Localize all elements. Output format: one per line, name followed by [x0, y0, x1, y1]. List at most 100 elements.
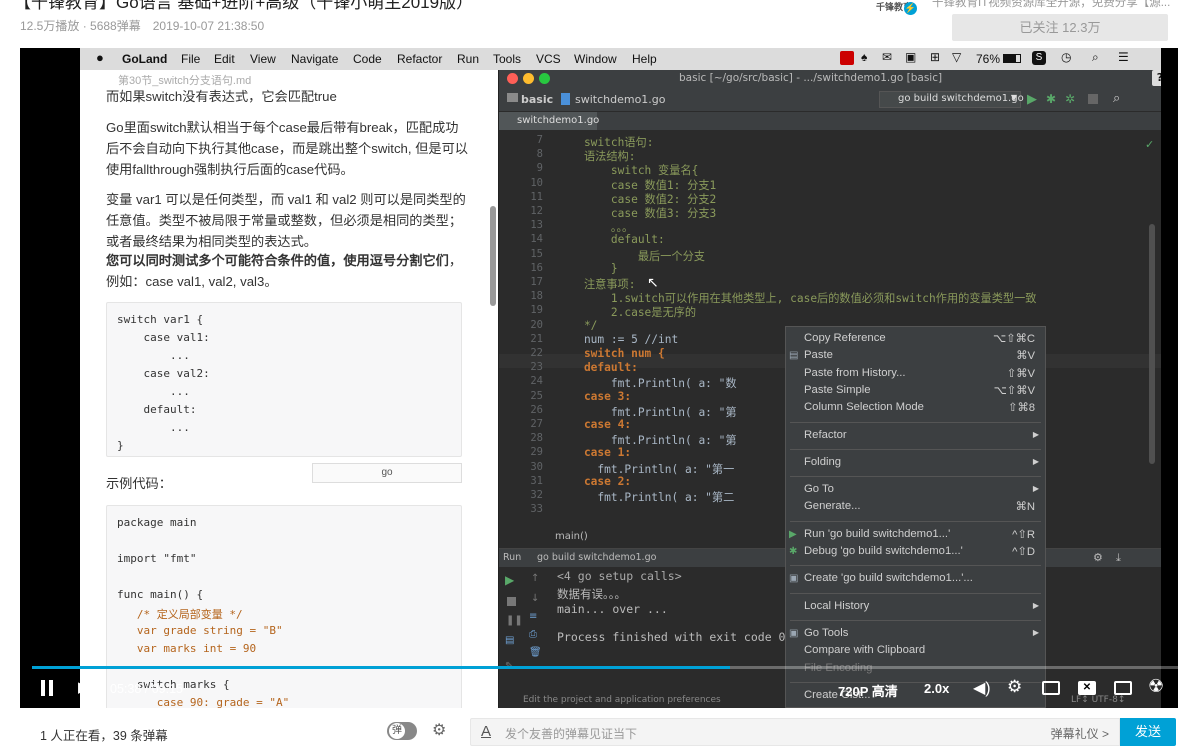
menu-item-paste[interactable]: ▤ Paste ⌘V — [786, 348, 1045, 365]
rerun-icon[interactable]: ▶ — [505, 573, 514, 587]
menu-item-shortcut: ⇧⌘V — [1006, 367, 1035, 380]
menu-item-go-tools[interactable]: ▣ Go Tools ▶ — [786, 626, 1045, 643]
nav-project[interactable]: basic — [521, 93, 553, 106]
hide-panel-icon[interactable]: ⤓ — [1116, 551, 1121, 565]
close-window-button[interactable] — [507, 73, 518, 84]
line-number: 25 — [530, 389, 543, 402]
menu-item-shortcut: ⌘N — [1015, 501, 1035, 514]
menu-item-folding[interactable]: Folding ▶ — [786, 455, 1045, 472]
quality-button[interactable]: 720P 高清 — [838, 681, 898, 700]
run-output-line: <4 go setup calls> — [557, 569, 682, 583]
print-icon[interactable]: ⎙ — [529, 629, 537, 640]
soft-wrap-icon[interactable]: ≡ — [529, 611, 537, 622]
widescreen-icon[interactable]: ✕ — [1078, 681, 1096, 695]
menu-item-label: Paste Simple — [804, 383, 871, 396]
danmaku-toggle-label: 弹 — [389, 723, 405, 739]
next-button-icon[interactable]: ▶ — [78, 678, 90, 696]
verified-icon: ⚡ — [904, 2, 917, 15]
stop-run-icon[interactable] — [507, 597, 516, 606]
minimize-window-button[interactable] — [523, 73, 534, 84]
pip-icon[interactable] — [1042, 681, 1060, 695]
uploader-avatar[interactable]: 千锋教育 ⚡ — [874, 0, 920, 16]
doc-scrollbar[interactable] — [490, 206, 496, 306]
menu-item-label: Column Selection Mode — [804, 401, 924, 414]
danmaku-settings-icon[interactable]: ⚙ — [432, 720, 446, 740]
menu-item-label: Compare with Clipboard — [804, 644, 926, 657]
web-fullscreen-icon[interactable] — [1114, 681, 1132, 695]
search-icon[interactable]: ⌕ — [1113, 91, 1120, 106]
editor-scrollbar[interactable] — [1149, 224, 1155, 464]
code-lang-button[interactable]: go — [312, 463, 462, 483]
menu-item-generate[interactable]: Generate... ⌘N — [786, 499, 1045, 516]
menu-separator — [790, 421, 1041, 423]
zoom-window-button[interactable] — [539, 73, 550, 84]
run-button-icon[interactable]: ▶ — [1027, 92, 1037, 107]
danmaku-toggle[interactable]: 弹 — [387, 722, 417, 740]
menu-item-run-go-build-switchdemo1[interactable]: ▶ Run 'go build switchdemo1...' ^⇧R — [786, 527, 1045, 544]
tab-switchdemo1[interactable]: switchdemo1.go — [499, 112, 599, 130]
mouse-cursor-icon: ↖ — [647, 275, 659, 291]
danmaku-input[interactable]: A 发个友善的弹幕见证当下 弹幕礼仪 > — [470, 718, 1120, 746]
debug-button-icon[interactable]: ✱ — [1046, 92, 1056, 106]
fullscreen-icon[interactable]: ☢ — [1148, 676, 1164, 697]
menu-navigate: Navigate — [291, 52, 339, 66]
run-config-dropdown[interactable]: go build switchdemo1.go ▼ — [879, 91, 1024, 108]
stop-button-icon[interactable] — [1088, 94, 1098, 104]
follow-button[interactable]: 已关注 12.3万 — [952, 14, 1168, 41]
menu-file: File — [181, 52, 201, 66]
check-ok-icon: ✓ — [1145, 138, 1155, 151]
menu-help: Help — [632, 52, 657, 66]
menu-item-go-to[interactable]: Go To ▶ — [786, 482, 1045, 499]
menu-tools: Tools — [493, 52, 522, 66]
ide-navbar: basic switchdemo1.go go build switchdemo… — [499, 88, 1161, 112]
menu-item-compare-with-clipboard[interactable]: Compare with Clipboard — [786, 643, 1045, 660]
trash-icon[interactable]: 🗑 — [529, 647, 542, 658]
run-icon: ▶ — [789, 528, 797, 540]
scroll-up-icon[interactable]: ↑ — [531, 573, 539, 584]
line-number: 33 — [530, 503, 543, 516]
ide-titlebar: basic [~/go/src/basic] - .../switchdemo1… — [499, 70, 1161, 88]
menu-item-create-go-build-switchdemo1[interactable]: ▣ Create 'go build switchdemo1...'... — [786, 571, 1045, 588]
run-output-line: main... over ... — [557, 602, 668, 616]
notification-center-icon: ☰ — [1118, 50, 1129, 64]
menu-item-shortcut: ⌥⇧⌘V — [993, 384, 1035, 397]
menu-item-label: Paste — [804, 349, 833, 362]
line-number: 29 — [530, 446, 543, 459]
menu-item-local-history[interactable]: Local History ▶ — [786, 599, 1045, 616]
layout-icon[interactable]: ▤ — [505, 635, 514, 646]
video-title: 【千锋教育】Go语言 基础+进阶+高级（千锋小萌主2019版） — [14, 0, 474, 12]
run-tab[interactable]: go build switchdemo1.go — [537, 552, 656, 563]
settings-gear-icon[interactable]: ⚙ — [1007, 677, 1022, 697]
menu-item-shortcut: ⌘V — [1016, 350, 1035, 363]
send-button[interactable]: 发送 — [1120, 718, 1176, 746]
text-style-icon[interactable]: A — [481, 723, 491, 740]
settings-gear-icon[interactable]: ⚙ — [1093, 551, 1103, 564]
coverage-button-icon[interactable]: ✲ — [1065, 92, 1075, 106]
debug-icon: ✱ — [789, 546, 798, 557]
video-player[interactable]: ● GoLand File Edit View Navigate Code Re… — [20, 48, 1178, 708]
clock-icon: ◷ — [1061, 50, 1072, 64]
breadcrumb[interactable]: main() — [555, 531, 588, 542]
code-line: func main() { — [117, 588, 204, 601]
code-line: case val2: — [117, 367, 210, 380]
help-icon[interactable]: ? — [1152, 70, 1161, 86]
line-number: 32 — [530, 489, 543, 501]
danmaku-etiquette-link[interactable]: 弹幕礼仪 > — [1051, 725, 1109, 742]
scroll-down-icon[interactable]: ↓ — [531, 593, 539, 604]
pause-output-icon[interactable]: ❚❚ — [506, 615, 523, 626]
menu-item-column-selection-mode[interactable]: Column Selection Mode ⇧⌘8 — [786, 400, 1045, 417]
code-line: /* 定义局部变量 */ — [117, 608, 243, 621]
menu-item-label: Go To — [804, 483, 834, 496]
menu-item-copy-reference[interactable]: Copy Reference ⌥⇧⌘C — [786, 331, 1045, 348]
speed-button[interactable]: 2.0x — [924, 681, 949, 696]
line-number: 19 — [530, 304, 543, 317]
run-output-line: Process finished with exit code 0 — [557, 630, 786, 644]
menu-item-paste-simple[interactable]: Paste Simple ⌥⇧⌘V — [786, 383, 1045, 400]
nav-file[interactable]: switchdemo1.go — [575, 93, 666, 106]
volume-icon[interactable]: ◀) — [973, 678, 991, 698]
menu-item-paste-from-history[interactable]: Paste from History... ⇧⌘V — [786, 366, 1045, 383]
pause-button-icon[interactable] — [40, 680, 54, 696]
menu-item-debug-go-build-switchdemo1[interactable]: ✱ Debug 'go build switchdemo1...' ^⇧D — [786, 544, 1045, 561]
menu-item-refactor[interactable]: Refactor ▶ — [786, 428, 1045, 445]
progress-bar[interactable] — [32, 666, 1178, 669]
